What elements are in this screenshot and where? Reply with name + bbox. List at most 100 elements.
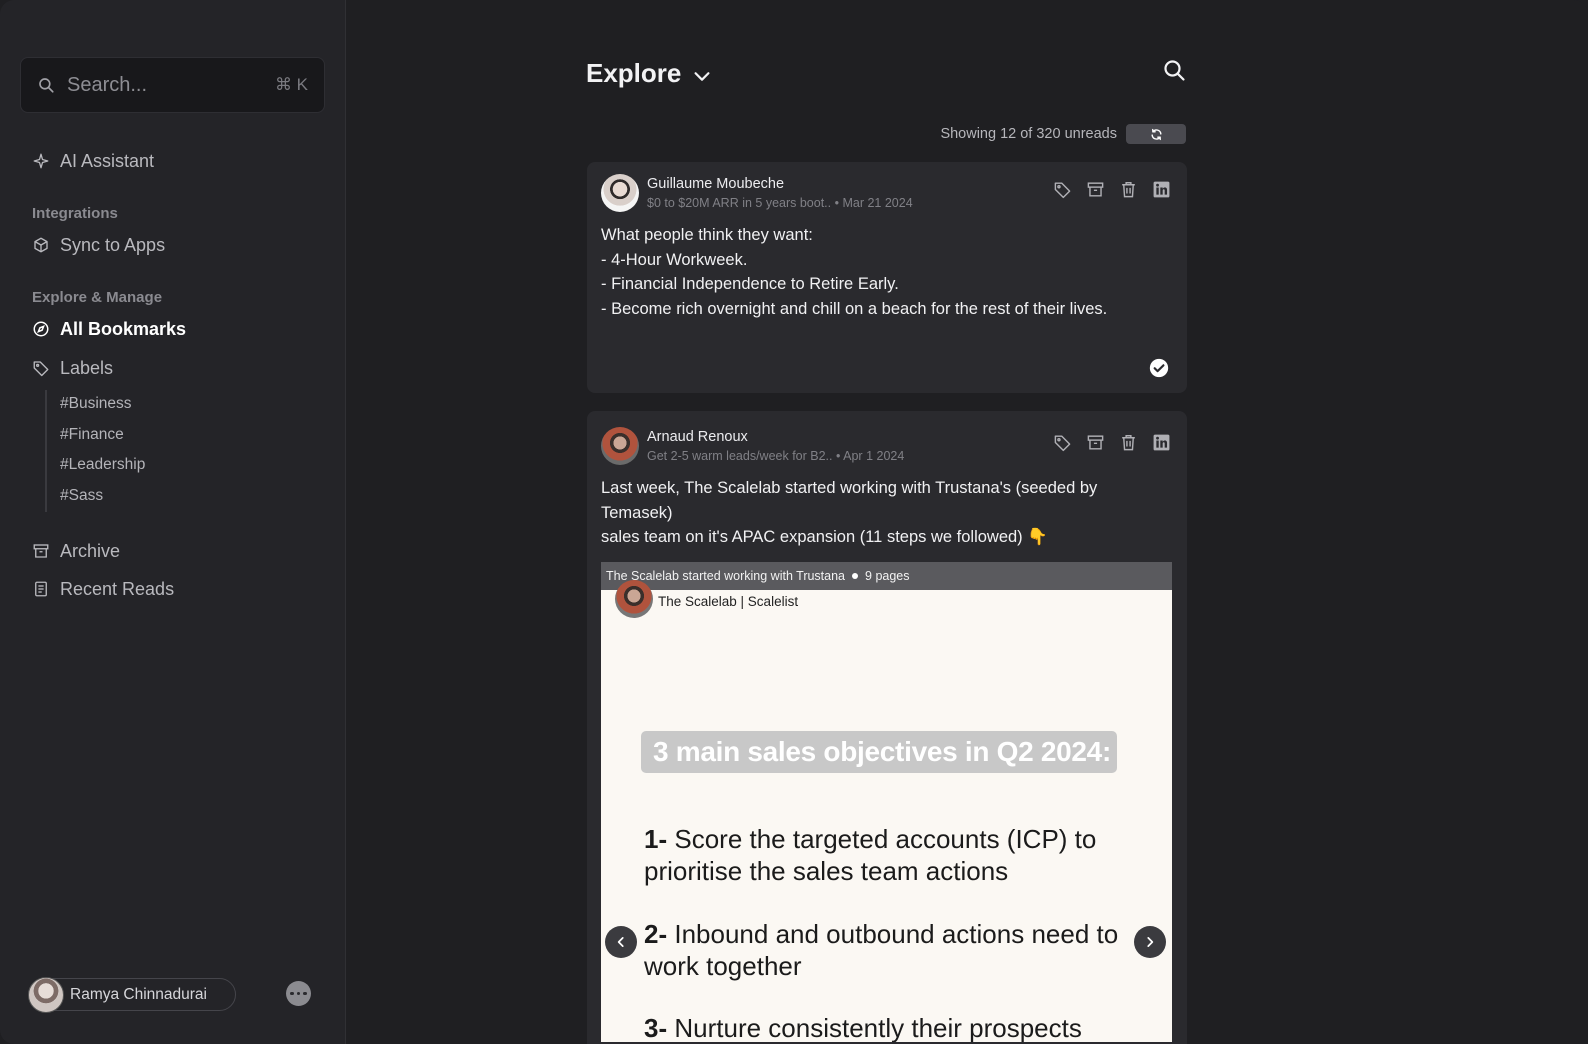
archive-icon[interactable] bbox=[1086, 180, 1105, 199]
user-name: Ramya Chinnadurai bbox=[70, 985, 207, 1003]
mark-read-check-icon[interactable] bbox=[1149, 358, 1169, 378]
tag-icon[interactable] bbox=[1053, 180, 1072, 199]
label-item-sass[interactable]: #Sass bbox=[60, 487, 103, 505]
search-input[interactable]: Search... ⌘ K bbox=[20, 57, 325, 113]
post-date: Mar 21 2024 bbox=[842, 196, 913, 210]
sparkle-icon bbox=[33, 153, 49, 169]
chevron-down-icon bbox=[694, 71, 710, 81]
point-text: Inbound and outbound actions need to wor… bbox=[644, 919, 1119, 981]
search-placeholder: Search... bbox=[67, 73, 148, 96]
more-options-button[interactable] bbox=[286, 981, 311, 1006]
avatar bbox=[601, 427, 639, 465]
point-number: 3- bbox=[644, 1013, 668, 1042]
sidebar-item-label: All Bookmarks bbox=[60, 318, 187, 339]
search-icon[interactable] bbox=[1162, 58, 1186, 82]
post-body: Last week, The Scalelab started working … bbox=[601, 476, 1121, 550]
dot bbox=[290, 991, 294, 996]
label-item-finance[interactable]: #Finance bbox=[60, 426, 124, 444]
post-line: sales team on it's APAC expansion (11 st… bbox=[601, 528, 1048, 546]
document-point: 1- Score the targeted accounts (ICP) to … bbox=[644, 823, 1134, 887]
post-date: Apr 1 2024 bbox=[843, 449, 905, 463]
bookmark-card[interactable]: Arnaud Renoux Get 2-5 warm leads/week fo… bbox=[587, 411, 1187, 1044]
document-brand-avatar bbox=[615, 580, 653, 618]
app-window: Search... ⌘ K AI Assistant Integrations … bbox=[0, 0, 1588, 1044]
sidebar-item-all-bookmarks[interactable]: All Bookmarks bbox=[32, 316, 186, 342]
sidebar: Search... ⌘ K AI Assistant Integrations … bbox=[0, 0, 346, 1044]
author-name[interactable]: Arnaud Renoux bbox=[647, 429, 748, 445]
carousel-prev-button[interactable] bbox=[605, 926, 637, 958]
tag-icon bbox=[33, 361, 49, 377]
card-header: Arnaud Renoux Get 2-5 warm leads/week fo… bbox=[601, 427, 1171, 467]
avatar bbox=[28, 976, 64, 1013]
trash-icon[interactable] bbox=[1119, 433, 1138, 452]
tag-icon[interactable] bbox=[1053, 433, 1072, 452]
sidebar-item-label: Archive bbox=[60, 540, 121, 561]
point-number: 1- bbox=[644, 824, 668, 854]
label-item-leadership[interactable]: #Leadership bbox=[60, 456, 145, 474]
linkedin-icon[interactable] bbox=[1152, 180, 1171, 199]
post-line: What people think they want: bbox=[601, 226, 813, 244]
point-text: Score the targeted accounts (ICP) to pri… bbox=[644, 824, 1097, 886]
sidebar-item-label: AI Assistant bbox=[60, 150, 155, 171]
sidebar-item-sync-to-apps[interactable]: Sync to Apps bbox=[32, 232, 165, 258]
chevron-left-icon bbox=[617, 937, 624, 947]
carousel-next-button[interactable] bbox=[1134, 926, 1166, 958]
explore-dropdown[interactable]: Explore bbox=[586, 58, 713, 89]
post-line: Last week, The Scalelab started working … bbox=[601, 479, 1098, 522]
point-text: Nurture consistently their prospects bbox=[674, 1013, 1082, 1042]
document-heading: 3 main sales objectives in Q2 2024: bbox=[641, 731, 1117, 773]
author-meta: $0 to $20M ARR in 5 years boot.. • Mar 2… bbox=[647, 196, 913, 210]
avatar bbox=[601, 174, 639, 212]
post-body: What people think they want: - 4-Hour Wo… bbox=[601, 223, 1161, 321]
chevron-right-icon bbox=[1147, 937, 1154, 947]
document-carousel[interactable]: The Scalelab started working with Trusta… bbox=[601, 562, 1172, 1042]
archive-icon[interactable] bbox=[1086, 433, 1105, 452]
author-meta: Get 2-5 warm leads/week for B2.. • Apr 1… bbox=[647, 449, 905, 463]
linkedin-icon[interactable] bbox=[1152, 433, 1171, 452]
bookmark-card[interactable]: Guillaume Moubeche $0 to $20M ARR in 5 y… bbox=[587, 162, 1187, 393]
author-subtitle: $0 to $20M ARR in 5 years boot.. bbox=[647, 196, 832, 210]
card-header: Guillaume Moubeche $0 to $20M ARR in 5 y… bbox=[601, 174, 1171, 214]
sidebar-item-label: Sync to Apps bbox=[60, 234, 166, 255]
refresh-icon bbox=[1150, 128, 1162, 140]
dot bbox=[303, 991, 307, 996]
document-icon bbox=[35, 581, 47, 597]
sidebar-item-recent-reads[interactable]: Recent Reads bbox=[32, 576, 174, 602]
refresh-button[interactable] bbox=[1126, 124, 1186, 144]
post-line: - 4-Hour Workweek. bbox=[601, 250, 748, 269]
sidebar-item-labels[interactable]: Labels bbox=[32, 355, 113, 381]
section-label-integrations: Integrations bbox=[32, 205, 118, 222]
post-line: - Become rich overnight and chill on a b… bbox=[601, 299, 1108, 318]
user-profile-button[interactable]: Ramya Chinnadurai bbox=[28, 976, 236, 1013]
page-title: Explore bbox=[586, 58, 682, 88]
document-point: 2- Inbound and outbound actions need to … bbox=[644, 918, 1134, 982]
section-label-explore-manage: Explore & Manage bbox=[32, 289, 163, 306]
card-actions bbox=[1053, 433, 1171, 452]
unread-status-row: Showing 12 of 320 unreads bbox=[906, 124, 1186, 144]
cube-sync-icon bbox=[34, 237, 48, 253]
post-line: - Financial Independence to Retire Early… bbox=[601, 275, 899, 293]
labels-tree-line bbox=[45, 390, 47, 512]
archive-icon bbox=[33, 544, 49, 558]
separator-dot bbox=[852, 573, 859, 579]
document-brand: The Scalelab | Scalelist bbox=[658, 594, 799, 609]
search-icon bbox=[39, 78, 54, 93]
sidebar-item-archive[interactable]: Archive bbox=[32, 538, 120, 564]
main-content: Explore Showing 12 of 320 unreads Guilla… bbox=[346, 0, 1588, 1044]
search-shortcut: ⌘ K bbox=[274, 75, 308, 94]
trash-icon[interactable] bbox=[1119, 180, 1138, 199]
label-item-business[interactable]: #Business bbox=[60, 395, 132, 413]
sidebar-item-label: Recent Reads bbox=[60, 578, 175, 599]
card-actions bbox=[1053, 180, 1171, 199]
document-point: 3- Nurture consistently their prospects bbox=[644, 1012, 1134, 1042]
dot bbox=[296, 991, 301, 996]
compass-icon bbox=[33, 321, 49, 337]
point-number: 2- bbox=[644, 919, 668, 949]
document-pages: 9 pages bbox=[865, 569, 910, 583]
author-name[interactable]: Guillaume Moubeche bbox=[647, 176, 784, 192]
sidebar-item-label: Labels bbox=[60, 357, 114, 378]
document-title-bar: The Scalelab started working with Trusta… bbox=[601, 562, 1172, 590]
unread-status: Showing 12 of 320 unreads bbox=[940, 126, 1117, 142]
sidebar-item-ai-assistant[interactable]: AI Assistant bbox=[32, 148, 154, 174]
author-subtitle: Get 2-5 warm leads/week for B2.. bbox=[647, 449, 833, 463]
